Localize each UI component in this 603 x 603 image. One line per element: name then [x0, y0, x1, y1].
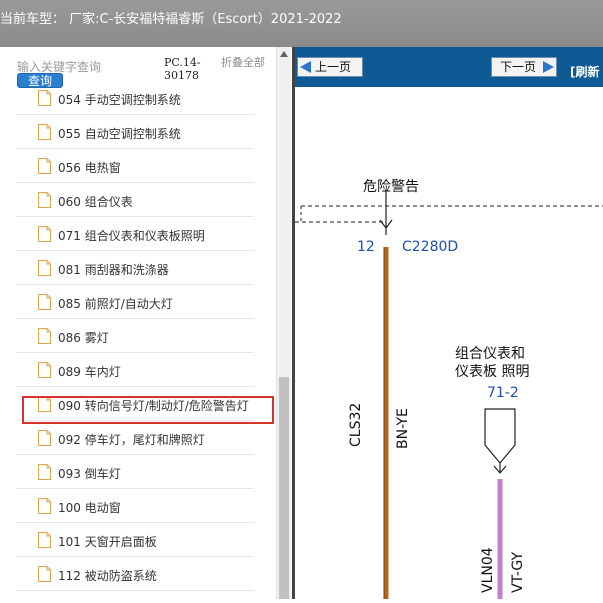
tree-item-label: 112 被动防盗系统: [58, 569, 157, 583]
wire-color-1: BN-YE: [395, 408, 411, 449]
prev-page-button[interactable]: 上一页: [297, 57, 363, 77]
tree-item-label: 071 组合仪表和仪表板照明: [58, 229, 205, 243]
tree-item-label: 090 转向信号灯/制动灯/危险警告灯: [58, 399, 249, 413]
document-icon: [38, 260, 51, 276]
tree-item[interactable]: 071 组合仪表和仪表板照明: [17, 217, 254, 251]
arrow-left-icon: [300, 61, 311, 73]
document-icon: [38, 90, 51, 106]
tree-item[interactable]: 060 组合仪表: [17, 183, 254, 217]
document-icon: [38, 532, 51, 548]
tree-item[interactable]: 092 停车灯，尾灯和牌照灯: [17, 421, 254, 455]
component-connector-icon: [484, 408, 516, 464]
component-label-line2: 仪表板 照明: [455, 364, 530, 380]
document-icon: [38, 328, 51, 344]
scrollbar-thumb[interactable]: [279, 377, 289, 599]
title-bar: 当前车型： 厂家:C-长安福特福睿斯（Escort）2021-2022: [0, 0, 603, 47]
tree-item-label: 086 雾灯: [58, 331, 109, 345]
tree-item[interactable]: 081 雨刮器和洗涤器: [17, 251, 254, 285]
circuit-id-1: CLS32: [348, 402, 364, 447]
tree-item[interactable]: 055 自动空调控制系统: [17, 115, 254, 149]
document-icon: [38, 566, 51, 582]
tree-item[interactable]: 056 电热窗: [17, 149, 254, 183]
tree-item-label: 093 倒车灯: [58, 467, 121, 481]
tree-item-label: 081 雨刮器和洗涤器: [58, 263, 169, 277]
document-icon: [38, 396, 51, 412]
circuit-id-2: VLN04: [480, 547, 496, 593]
arrow-right-icon: [543, 61, 554, 73]
document-icon: [38, 226, 51, 242]
tree-item-label: 055 自动空调控制系统: [58, 127, 181, 141]
tree-scrollbar[interactable]: [276, 47, 291, 599]
document-icon: [38, 362, 51, 378]
tree-item-selected[interactable]: 090 转向信号灯/制动灯/危险警告灯: [17, 387, 254, 421]
tree-item-label: 085 前照灯/自动大灯: [58, 297, 173, 311]
document-icon: [38, 124, 51, 140]
tree-item[interactable]: 085 前照灯/自动大灯: [17, 285, 254, 319]
tree-item[interactable]: 093 倒车灯: [17, 455, 254, 489]
prev-page-label: 上一页: [315, 60, 352, 74]
tree-item[interactable]: 101 天窗开启面板: [17, 523, 254, 557]
tree-item-label: 101 天窗开启面板: [58, 535, 157, 549]
left-panel: 查询 PC.14-30178 折叠全部 054 手动空调控制系统 055 自动空…: [0, 47, 292, 599]
scroll-up-arrow-icon[interactable]: [280, 51, 288, 57]
collapse-all-button[interactable]: 折叠全部: [221, 56, 265, 69]
document-icon: [38, 192, 51, 208]
document-icon: [38, 430, 51, 446]
next-page-button[interactable]: 下一页: [491, 57, 557, 77]
component-pin: 71-2: [487, 385, 519, 401]
tree-item-label: 092 停车灯，尾灯和牌照灯: [58, 433, 205, 447]
document-icon: [38, 498, 51, 514]
pin-number: 12: [357, 239, 375, 255]
component-label-line1: 组合仪表和: [455, 346, 525, 362]
hazard-label: 危险警告: [363, 179, 419, 195]
window-title: 当前车型： 厂家:C-长安福特福睿斯（Escort）2021-2022: [0, 12, 342, 27]
doc-code: PC.14-30178: [164, 56, 201, 82]
refresh-link[interactable]: [刷新: [570, 63, 600, 80]
diagram-panel: 上一页 下一页 [刷新 危险警告 12 C2280D CLS32 BN-YE 组…: [292, 47, 603, 599]
tree-item-label: 089 车内灯: [58, 365, 121, 379]
next-page-label: 下一页: [500, 60, 537, 74]
tree-item[interactable]: 086 雾灯: [17, 319, 254, 353]
document-icon: [38, 158, 51, 174]
wiring-diagram: 危险警告 12 C2280D CLS32 BN-YE 组合仪表和 仪表板 照明 …: [295, 87, 603, 599]
connector-id: C2280D: [402, 239, 459, 255]
diagram-toolbar: 上一页 下一页 [刷新: [295, 47, 603, 87]
wire-color-2: VT-GY: [510, 551, 526, 593]
tree-item[interactable]: 112 被动防盗系统: [17, 557, 254, 591]
wiring-diagram-canvas: [295, 189, 603, 599]
document-icon: [38, 464, 51, 480]
tree-item[interactable]: 100 电动窗: [17, 489, 254, 523]
tree-item-label: 100 电动窗: [58, 501, 121, 515]
tree-item[interactable]: 089 车内灯: [17, 353, 254, 387]
tree-item-label: 056 电热窗: [58, 161, 121, 175]
tree-item-label: 054 手动空调控制系统: [58, 93, 181, 107]
document-icon: [38, 294, 51, 310]
tree-item[interactable]: 054 手动空调控制系统: [17, 81, 254, 115]
tree-item-label: 060 组合仪表: [58, 195, 133, 209]
